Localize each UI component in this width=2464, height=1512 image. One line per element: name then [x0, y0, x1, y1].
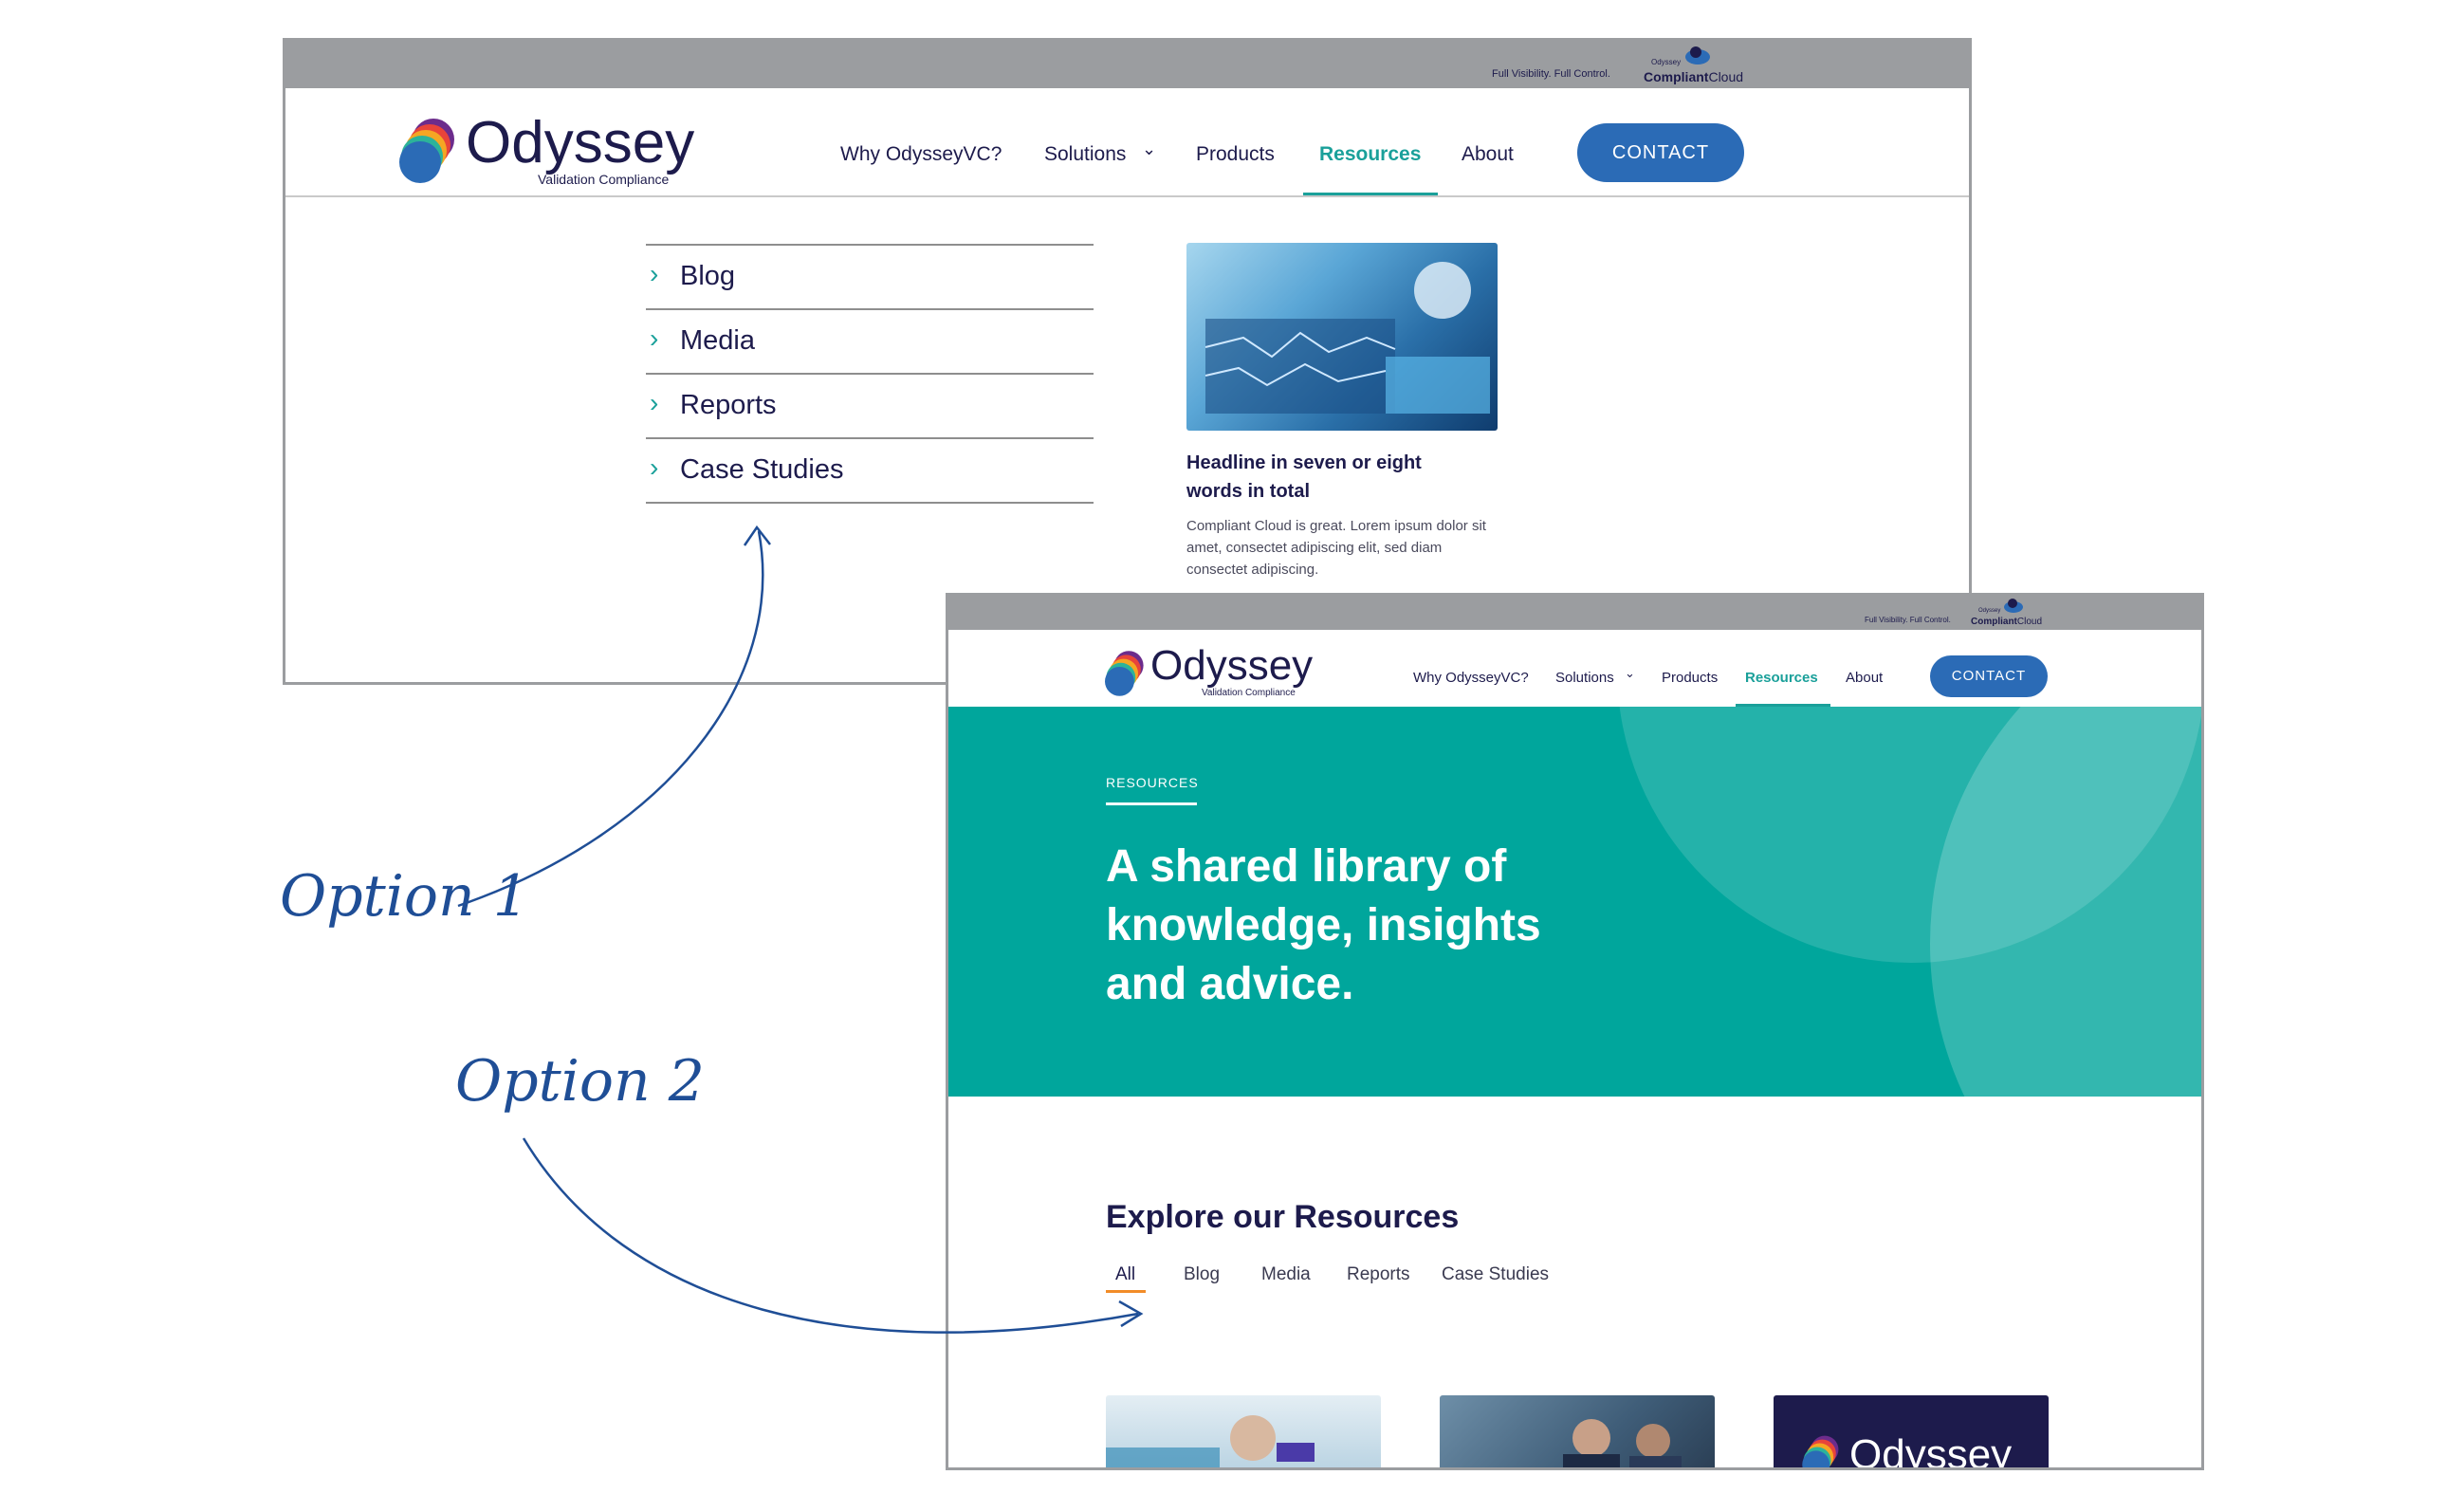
logo-subtitle: Validation Compliance	[1202, 688, 1296, 698]
chevron-down-icon[interactable]: ⌄	[1625, 666, 1635, 681]
active-filter-underline	[1106, 1290, 1146, 1293]
nav-why[interactable]: Why OdysseyVC?	[1413, 670, 1529, 686]
section-title: Explore our Resources	[1106, 1199, 1460, 1235]
rainbow-logo-icon	[399, 119, 454, 183]
eyebrow-underline	[1106, 802, 1197, 805]
logo-wordmark: Odyssey	[1150, 642, 1314, 689]
business-photo-placeholder	[1563, 1419, 1682, 1467]
nav-products[interactable]: Products	[1196, 143, 1275, 166]
resources-dropdown: › Blog › Media › Reports › Case Studies	[646, 244, 1094, 509]
annotation-option2: Option 2	[455, 1048, 705, 1115]
filter-media[interactable]: Media	[1261, 1264, 1311, 1285]
dropdown-item-case-studies[interactable]: › Case Studies	[646, 439, 1094, 502]
header-divider	[285, 195, 1969, 197]
hero-banner: RESOURCES A shared library of knowledge,…	[948, 707, 2201, 1097]
contact-button[interactable]: CONTACT	[1930, 655, 2048, 697]
logo-subtitle: Validation Compliance	[538, 172, 670, 187]
lab-photo-placeholder	[1106, 1415, 1315, 1467]
filter-blog[interactable]: Blog	[1184, 1264, 1220, 1285]
chevron-right-icon: ›	[650, 388, 659, 417]
dropdown-item-blog[interactable]: › Blog	[646, 246, 1094, 308]
chevron-right-icon: ›	[650, 323, 659, 353]
nav-why[interactable]: Why OdysseyVC?	[840, 143, 1002, 166]
cc-brand: CompliantCloud	[1971, 617, 2043, 627]
feature-headline[interactable]: Headline in seven or eight words in tota…	[1186, 449, 1471, 506]
feature-body: Compliant Cloud is great. Lorem ipsum do…	[1186, 518, 1486, 578]
odyssey-logo[interactable]: Odyssey Validation Compliance	[399, 110, 694, 191]
contact-button[interactable]: CONTACT	[1577, 123, 1744, 182]
filter-reports[interactable]: Reports	[1347, 1264, 1410, 1285]
resource-card-logo[interactable]: Odyssey	[1774, 1395, 2049, 1470]
cc-brand: CompliantCloud	[1644, 69, 1744, 84]
rainbow-logo-icon	[1105, 651, 1144, 696]
tagline: Full Visibility. Full Control.	[1492, 68, 1610, 80]
odyssey-logo[interactable]: Odyssey Validation Compliance	[1105, 642, 1313, 705]
utility-bar: Full Visibility. Full Control. Odyssey C…	[948, 596, 2201, 630]
chevron-down-icon[interactable]: ⌄	[1142, 139, 1156, 159]
logo-wordmark: Odyssey	[466, 110, 695, 175]
hero-eyebrow: RESOURCES	[1106, 775, 1199, 790]
annotation-option1: Option 1	[280, 863, 529, 930]
option2-mockup: Full Visibility. Full Control. Odyssey C…	[946, 593, 2204, 1470]
nav-about[interactable]: About	[1462, 143, 1514, 166]
cc-small-label: Odyssey	[1978, 608, 2001, 614]
nav-products[interactable]: Products	[1662, 670, 1718, 686]
nav-about[interactable]: About	[1846, 670, 1883, 686]
nav-resources[interactable]: Resources	[1319, 143, 1421, 166]
option1-mockup: Full Visibility. Full Control. Odyssey C…	[283, 38, 1972, 685]
nav-solutions[interactable]: Solutions	[1044, 143, 1126, 166]
dropdown-item-reports[interactable]: › Reports	[646, 375, 1094, 437]
card-logo-wordmark: Odyssey	[1849, 1431, 2013, 1470]
nav-solutions[interactable]: Solutions	[1555, 670, 1614, 686]
nav-resources[interactable]: Resources	[1745, 670, 1818, 686]
chevron-right-icon: ›	[650, 452, 659, 482]
cloud-icon	[1685, 46, 1710, 65]
dropdown-item-media[interactable]: › Media	[646, 310, 1094, 373]
compliant-cloud-logo[interactable]: Odyssey CompliantCloud	[1971, 598, 2056, 630]
feature-image[interactable]	[1186, 243, 1498, 431]
utility-bar: Full Visibility. Full Control. Odyssey C…	[285, 41, 1969, 88]
lab-photo-placeholder	[1204, 262, 1490, 414]
divider	[646, 502, 1094, 504]
filter-case-studies[interactable]: Case Studies	[1442, 1264, 1549, 1285]
cc-small-label: Odyssey	[1651, 58, 1682, 66]
compliant-cloud-logo[interactable]: Odyssey CompliantCloud	[1644, 45, 1757, 86]
chevron-right-icon: ›	[650, 259, 659, 288]
resource-card-image[interactable]	[1440, 1395, 1715, 1467]
tagline: Full Visibility. Full Control.	[1865, 616, 1951, 624]
resource-card-image[interactable]	[1106, 1395, 1381, 1467]
hero-title: A shared library of knowledge, insights …	[1106, 841, 1541, 1009]
cloud-icon	[2004, 599, 2023, 613]
rainbow-logo-icon	[1802, 1435, 1839, 1467]
filter-all[interactable]: All	[1115, 1264, 1135, 1285]
